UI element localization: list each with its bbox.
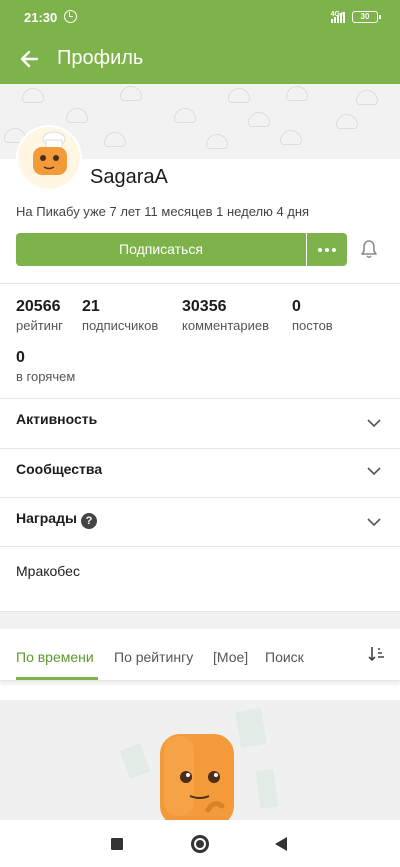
stat-value: 0 [292,298,301,315]
username: SagaraA [90,166,168,188]
section-label: Активность [16,411,98,427]
more-dots-icon [325,248,329,252]
chef-mascot-avatar-icon [18,127,80,189]
back-nav-icon[interactable] [275,837,287,851]
cover-pattern-icon [22,88,44,103]
stat-label: постов [292,318,333,333]
sort-tabs: По времени По рейтингу [Мое] Поиск [0,629,400,681]
recents-icon[interactable] [111,838,123,850]
more-dots-icon [332,248,336,252]
tab-mine[interactable]: [Мое] [213,649,248,665]
home-icon[interactable] [191,835,209,853]
system-nav-bar [0,820,400,867]
section-activity[interactable]: Активность [0,399,400,448]
feed-placeholder [0,700,400,820]
help-icon[interactable]: ? [81,513,97,529]
section-awards[interactable]: Награды ? [0,498,400,547]
section-label: Сообщества [16,461,103,477]
stat-comments[interactable]: 30356 комментариев [182,298,269,333]
stat-hot[interactable]: 0 в горячем [16,349,75,384]
stat-label: рейтинг [16,318,63,333]
stat-value: 0 [16,349,25,366]
signal-icon [331,12,345,23]
tab-by-rating[interactable]: По рейтингу [114,649,193,665]
more-dots-icon [318,248,322,252]
section-communities[interactable]: Сообщества [0,449,400,498]
cover-pattern-icon [248,112,270,127]
divider [0,546,400,547]
profile-note: Мракобес [16,563,80,579]
section-gap [0,611,400,629]
bell-icon[interactable] [359,239,379,260]
active-tab-indicator [16,677,98,680]
page-title: Профиль [57,47,144,69]
arrow-left-icon[interactable] [14,43,46,75]
stat-label: подписчиков [82,318,159,333]
status-time: 21:30 [24,10,58,25]
stat-posts[interactable]: 0 постов [292,298,333,333]
chevron-down-icon [367,419,381,428]
app-bar: Профиль [0,34,400,84]
tab-by-time[interactable]: По времени [16,649,94,665]
cover-pattern-icon [356,90,378,105]
cover-pattern-icon [286,86,308,101]
chevron-down-icon [367,467,381,476]
cover-pattern-icon [174,108,196,123]
battery-icon: 30 [352,11,381,23]
alarm-icon [64,10,77,23]
more-options-button[interactable] [307,233,347,266]
mascot-illustration-icon [120,708,279,820]
stat-value: 20566 [16,298,61,315]
stat-value: 30356 [182,298,227,315]
stat-value: 21 [82,298,100,315]
cover-pattern-icon [336,114,358,129]
tab-search[interactable]: Поиск [265,649,304,665]
stat-subscribers[interactable]: 21 подписчиков [82,298,158,333]
cover-pattern-icon [280,130,302,145]
cover-pattern-icon [66,108,88,123]
cover-pattern-icon [206,134,228,149]
section-label: Награды [16,510,77,526]
cover-pattern-icon [104,132,126,147]
avatar[interactable] [18,127,80,189]
stat-label: в горячем [16,369,76,384]
status-bar: 21:30 4G+ 30 [0,0,400,34]
sort-icon[interactable] [368,645,386,663]
cover-pattern-icon [228,88,250,103]
divider [0,283,400,284]
cover-pattern-icon [120,86,142,101]
member-since-text: На Пикабу уже 7 лет 11 месяцев 1 неделю … [16,204,310,219]
subscribe-button[interactable]: Подписаться [16,233,306,266]
stat-rating: 20566 рейтинг [16,298,63,333]
chevron-down-icon [367,518,381,527]
stat-label: комментариев [182,318,270,333]
